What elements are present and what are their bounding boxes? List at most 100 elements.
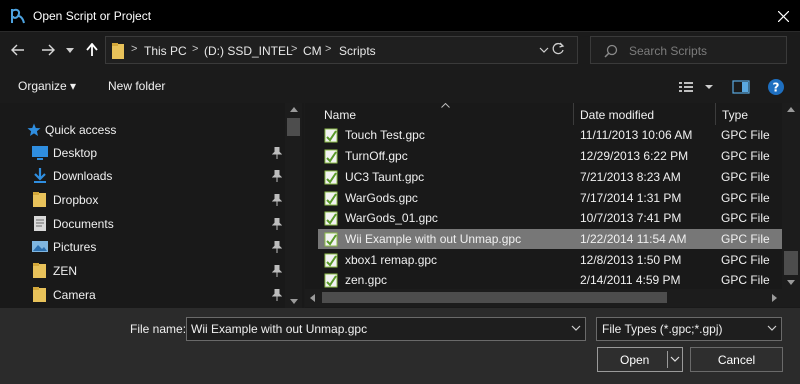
column-header-name[interactable]: Name	[324, 108, 356, 122]
file-name: xbox1 remap.gpc	[345, 253, 438, 267]
column-divider[interactable]	[573, 103, 574, 125]
sidebar-item-label: Camera	[53, 288, 96, 302]
file-type: GPC File	[721, 191, 770, 205]
sidebar-item-pictures[interactable]: Pictures	[0, 235, 285, 258]
sidebar-item-zen[interactable]: ZEN	[0, 259, 285, 282]
view-options-button[interactable]	[678, 80, 714, 94]
scroll-up-icon[interactable]	[787, 107, 795, 112]
column-divider[interactable]	[715, 103, 716, 125]
pin-icon[interactable]	[272, 170, 282, 182]
file-row[interactable]: TurnOff.gpc 12/29/2013 6:22 PM GPC File	[318, 146, 784, 166]
file-date: 2/14/2011 4:59 PM	[580, 273, 681, 287]
sort-ascending-icon	[441, 103, 450, 108]
file-date: 10/7/2013 7:41 PM	[580, 211, 682, 225]
sidebar-scrollbar[interactable]	[285, 103, 302, 308]
preview-pane-button[interactable]	[732, 80, 750, 94]
scroll-right-icon[interactable]	[772, 294, 777, 302]
chevron-down-icon[interactable]	[571, 323, 581, 333]
cancel-button[interactable]: Cancel	[690, 347, 783, 372]
file-date: 12/8/2013 1:50 PM	[580, 253, 682, 267]
file-type: GPC File	[721, 273, 770, 287]
column-header-date-modified[interactable]: Date modified	[580, 108, 654, 122]
sidebar-item-label: ZEN	[53, 264, 77, 278]
search-input[interactable]: Search Scripts	[590, 36, 787, 64]
file-list-horizontal-scrollbar[interactable]	[305, 289, 782, 307]
close-button[interactable]	[766, 0, 800, 32]
folder-icon	[33, 287, 46, 302]
svg-text:?: ?	[773, 81, 780, 95]
file-type: GPC File	[721, 170, 770, 184]
pin-icon[interactable]	[272, 265, 282, 277]
file-date: 12/29/2013 6:22 PM	[580, 149, 689, 163]
file-row[interactable]: WarGods_01.gpc 10/7/2013 7:41 PM GPC Fil…	[318, 208, 784, 228]
new-folder-button[interactable]: New folder	[108, 79, 165, 93]
file-name-input[interactable]: Wii Example with out Unmap.gpc	[186, 317, 586, 341]
preview-pane-icon	[732, 80, 750, 94]
file-name-value: Wii Example with out Unmap.gpc	[191, 322, 368, 336]
sidebar-scroll-thumb[interactable]	[287, 118, 300, 136]
open-options-dropdown-icon[interactable]	[670, 354, 680, 364]
column-header-type[interactable]: Type	[722, 108, 748, 122]
star-icon	[27, 123, 41, 136]
forward-button[interactable]	[38, 40, 58, 60]
sidebar-item-quick-access[interactable]: Quick access	[0, 118, 285, 141]
organize-menu-button[interactable]: Organize ▾	[18, 79, 76, 93]
address-dropdown-icon[interactable]	[539, 47, 549, 53]
script-file-icon	[324, 232, 338, 247]
recent-locations-button[interactable]	[64, 40, 76, 60]
sidebar-item-documents[interactable]: Documents	[0, 212, 285, 235]
file-row[interactable]: zen.gpc 2/14/2011 4:59 PM GPC File	[318, 270, 784, 290]
file-row-selected[interactable]: Wii Example with out Unmap.gpc 1/22/2014…	[318, 229, 784, 249]
title-bar: Open Script or Project	[0, 0, 800, 32]
file-row[interactable]: WarGods.gpc 7/17/2014 1:31 PM GPC File	[318, 188, 784, 208]
documents-icon	[34, 216, 46, 231]
address-bar[interactable]: > This PC > (D:) SSD_INTEL > CM > Script…	[105, 36, 578, 64]
sidebar-item-downloads[interactable]: Downloads	[0, 164, 285, 187]
file-type: GPC File	[721, 149, 770, 163]
pin-icon[interactable]	[272, 218, 282, 230]
file-name: WarGods_01.gpc	[345, 211, 438, 225]
file-name: zen.gpc	[345, 273, 388, 287]
scroll-down-icon[interactable]	[787, 280, 795, 285]
breadcrumb-cm[interactable]: CM	[303, 44, 322, 58]
details-view-icon	[679, 82, 713, 92]
pin-icon[interactable]	[272, 241, 282, 253]
file-row[interactable]: xbox1 remap.gpc 12/8/2013 1:50 PM GPC Fi…	[318, 250, 784, 270]
vertical-scroll-thumb[interactable]	[784, 251, 798, 275]
up-button[interactable]	[82, 40, 102, 60]
arrow-right-icon	[42, 44, 55, 56]
help-icon: ?	[768, 79, 784, 95]
pin-icon[interactable]	[272, 194, 282, 206]
sidebar-item-label: Desktop	[53, 146, 98, 160]
sidebar-item-label: Dropbox	[53, 193, 99, 207]
horizontal-scroll-thumb[interactable]	[322, 292, 667, 303]
help-button[interactable]: ?	[767, 78, 785, 96]
open-button[interactable]: Open	[597, 347, 683, 372]
scroll-down-icon[interactable]	[290, 299, 298, 304]
sidebar-item-dropbox[interactable]: Dropbox	[0, 188, 285, 211]
sidebar-item-label: Quick access	[45, 123, 117, 137]
breadcrumb-separator: >	[291, 43, 298, 55]
pin-icon[interactable]	[272, 289, 282, 301]
breadcrumb-drive[interactable]: (D:) SSD_INTEL	[204, 44, 293, 58]
refresh-button[interactable]	[551, 42, 571, 58]
pin-icon[interactable]	[272, 147, 282, 159]
breadcrumb-separator: >	[131, 43, 138, 55]
file-type-select[interactable]: File Types (*.gpc;*.gpj)	[596, 317, 782, 341]
script-file-icon	[324, 211, 338, 226]
file-row[interactable]: UC3 Taunt.gpc 7/21/2013 8:23 AM GPC File	[318, 167, 784, 187]
back-button[interactable]	[8, 40, 28, 60]
script-file-icon	[324, 149, 338, 164]
breadcrumb-scripts[interactable]: Scripts	[339, 44, 376, 58]
breadcrumb-this-pc[interactable]: This PC	[144, 44, 187, 58]
sidebar-item-label: Documents	[53, 217, 114, 231]
file-name: TurnOff.gpc	[345, 149, 408, 163]
scroll-up-icon[interactable]	[290, 107, 298, 112]
sidebar-item-camera[interactable]: Camera	[0, 283, 285, 306]
sidebar-item-label: Downloads	[53, 169, 113, 183]
file-row[interactable]: Touch Test.gpc 11/11/2013 10:06 AM GPC F…	[318, 125, 784, 145]
file-list-vertical-scrollbar[interactable]	[782, 103, 800, 289]
scroll-left-icon[interactable]	[310, 294, 315, 302]
sidebar-item-desktop[interactable]: Desktop	[0, 141, 285, 164]
pictures-icon	[32, 241, 48, 252]
